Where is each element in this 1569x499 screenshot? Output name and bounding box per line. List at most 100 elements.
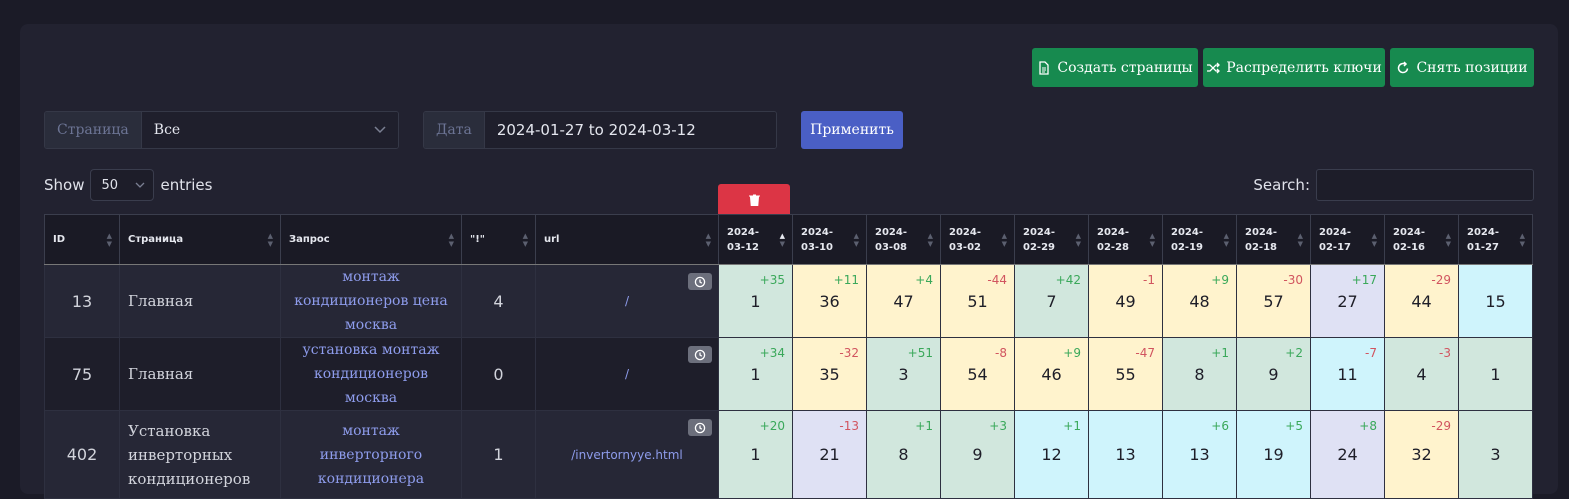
col-date-header[interactable]: 2024-03-08 ▲ ▼: [866, 214, 941, 265]
url-link[interactable]: /invertornyye.html: [571, 448, 683, 462]
position-delta: +35: [759, 273, 785, 287]
query-link[interactable]: установка монтаж кондиционеров москва: [303, 342, 440, 406]
apply-button[interactable]: Применить: [801, 111, 903, 149]
query-link[interactable]: монтаж инверторного кондиционера: [318, 423, 424, 487]
cell-url: /invertornyye.html: [535, 410, 719, 499]
sort-icon: ▲ ▼: [853, 231, 859, 248]
position-cell: +34 1: [718, 337, 793, 411]
position-value: 15: [1485, 291, 1506, 311]
position-cell: +6 13: [1162, 410, 1237, 499]
position-value: 19: [1263, 445, 1284, 464]
col-date-header[interactable]: 2024-01-27 ▲ ▼: [1458, 214, 1533, 265]
position-cell: +8 24: [1310, 410, 1385, 499]
cell-query[interactable]: монтаж инверторного кондиционера: [280, 410, 462, 499]
col-date-header[interactable]: 2024-02-29 ▲ ▼: [1014, 214, 1089, 265]
history-button[interactable]: [688, 273, 712, 290]
create-pages-button[interactable]: Создать страницы: [1032, 48, 1198, 87]
cell-url: /: [535, 337, 719, 411]
position-cell: +4 47: [866, 264, 941, 338]
positions-table: ID ▲ ▼ Страница ▲ ▼ Запрос ▲ ▼ "!" ▲ ▼ url ▲ ▼ 202…: [44, 214, 1533, 499]
position-value: 21: [819, 445, 840, 464]
position-cell: 15: [1458, 264, 1533, 338]
position-cell: 13: [1088, 410, 1163, 499]
cell-query[interactable]: монтаж кондиционеров цена москва: [280, 264, 462, 338]
date-range-input[interactable]: 2024-01-27 to 2024-03-12: [484, 112, 776, 148]
url-link[interactable]: /: [625, 367, 629, 381]
col-date-header[interactable]: 2024-03-10 ▲ ▼: [792, 214, 867, 265]
cell-excl: 1: [461, 410, 536, 499]
col-page-header[interactable]: Страница ▲ ▼: [119, 214, 281, 265]
distribute-keys-button[interactable]: Распределить ключи: [1203, 48, 1385, 87]
entries-select[interactable]: 50: [90, 169, 155, 201]
query-link[interactable]: монтаж кондиционеров цена москва: [294, 269, 448, 333]
sort-icon: ▲ ▼: [448, 231, 454, 248]
sort-icon: ▲ ▼: [106, 231, 112, 248]
position-value: 3: [1490, 445, 1501, 464]
position-cell: -44 51: [940, 264, 1015, 338]
position-delta: +3: [989, 419, 1007, 433]
cell-query[interactable]: установка монтаж кондиционеров москва: [280, 337, 462, 411]
col-query-header[interactable]: Запрос ▲ ▼: [280, 214, 462, 265]
table-search: Search:: [1253, 169, 1534, 201]
position-delta: +5: [1285, 419, 1303, 433]
show-label: Show: [44, 176, 85, 194]
cell-page: Главная: [119, 337, 281, 411]
history-button[interactable]: [688, 346, 712, 363]
position-cell: +42 7: [1014, 264, 1089, 338]
position-value: 8: [898, 445, 909, 464]
position-cell: -29 32: [1384, 410, 1459, 499]
col-excl-header[interactable]: "!" ▲ ▼: [461, 214, 536, 265]
clock-icon: [694, 349, 706, 360]
date-header-label: 2024-03-12: [727, 226, 759, 253]
url-link[interactable]: /: [625, 294, 629, 308]
position-value: 48: [1189, 291, 1210, 311]
page-filter[interactable]: Страница Все: [44, 111, 399, 149]
search-input[interactable]: [1316, 169, 1534, 201]
col-date-header[interactable]: 2024-02-28 ▲ ▼: [1088, 214, 1163, 265]
col-date-header[interactable]: 2024-03-02 ▲ ▼: [940, 214, 1015, 265]
position-cell: +20 1: [718, 410, 793, 499]
col-date-header[interactable]: 2024-02-16 ▲ ▼: [1384, 214, 1459, 265]
position-cell: +1 8: [866, 410, 941, 499]
position-value: 1: [750, 364, 761, 384]
col-date-header[interactable]: 2024-02-19 ▲ ▼: [1162, 214, 1237, 265]
cell-page: Установка инверторных кондиционеров: [119, 410, 281, 499]
cell-url: /: [535, 264, 719, 338]
sort-icon: ▲ ▼: [1075, 231, 1081, 248]
position-cell: +51 3: [866, 337, 941, 411]
col-date-header[interactable]: 2024-03-12 ▲ ▼: [718, 214, 793, 265]
date-header-label: 2024-03-08: [875, 226, 907, 253]
position-value: 3: [898, 364, 909, 384]
search-label: Search:: [1253, 176, 1310, 194]
cell-page: Главная: [119, 264, 281, 338]
position-value: 36: [819, 291, 840, 311]
position-value: 1: [750, 291, 761, 311]
position-delta: -47: [1135, 346, 1155, 360]
position-value: 1: [1490, 364, 1501, 384]
position-value: 9: [1268, 364, 1279, 384]
date-header-label: 2024-02-18: [1245, 226, 1277, 253]
history-button[interactable]: [688, 419, 712, 436]
position-cell: -13 21: [792, 410, 867, 499]
col-date-header[interactable]: 2024-02-17 ▲ ▼: [1310, 214, 1385, 265]
position-cell: -3 4: [1384, 337, 1459, 411]
position-delta: +4: [915, 273, 933, 287]
cell-excl: 0: [461, 337, 536, 411]
delete-column-button[interactable]: [718, 184, 790, 215]
position-value: 49: [1115, 291, 1136, 311]
date-filter[interactable]: Дата 2024-01-27 to 2024-03-12: [423, 111, 777, 149]
position-value: 55: [1115, 364, 1136, 384]
position-cell: 1: [1458, 337, 1533, 411]
cell-id: 402: [44, 410, 120, 499]
position-delta: -13: [839, 419, 859, 433]
sort-icon: ▲ ▼: [927, 231, 933, 248]
position-cell: -8 54: [940, 337, 1015, 411]
col-url-header[interactable]: url ▲ ▼: [535, 214, 719, 265]
take-positions-button[interactable]: Снять позиции: [1390, 48, 1534, 87]
position-delta: +42: [1055, 273, 1081, 287]
date-header-label: 2024-03-10: [801, 226, 833, 253]
col-id-header[interactable]: ID ▲ ▼: [44, 214, 120, 265]
page-select[interactable]: Все: [141, 112, 398, 148]
col-date-header[interactable]: 2024-02-18 ▲ ▼: [1236, 214, 1311, 265]
date-header-label: 2024-02-17: [1319, 226, 1351, 253]
